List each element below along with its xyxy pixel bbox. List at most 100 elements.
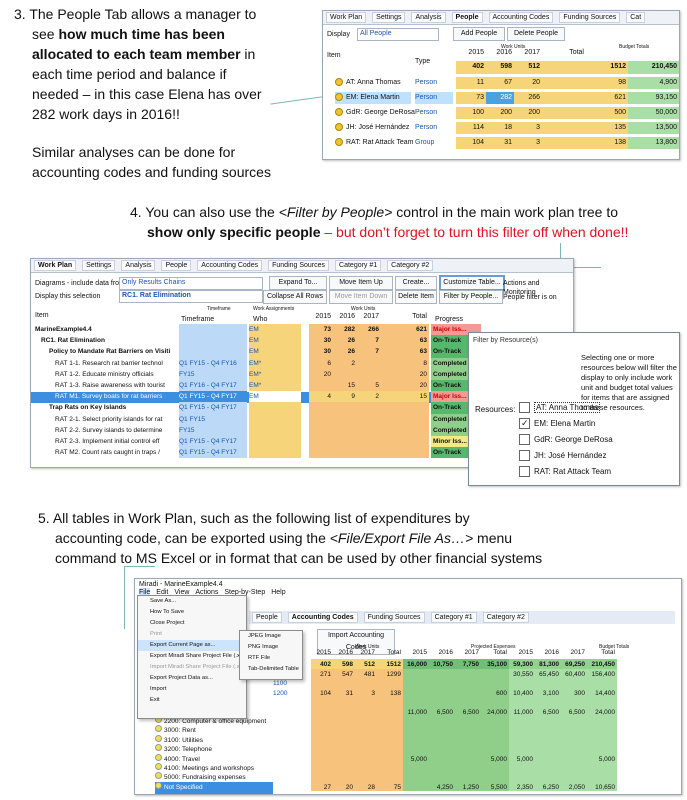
tab-category-1[interactable]: Category #1	[335, 260, 382, 271]
row-label[interactable]: RC1. Rat Elimination	[41, 335, 175, 347]
delete-people-button[interactable]: Delete People	[507, 27, 565, 41]
tab-accounting-codes[interactable]: Accounting Codes	[488, 12, 554, 23]
account-icon	[155, 753, 162, 761]
step4-line2b: – but don’t forget to turn this filter o…	[320, 224, 629, 240]
display-select[interactable]: All People	[357, 28, 439, 41]
resource-checkbox[interactable]	[519, 434, 530, 446]
resource-option[interactable]: RAT: Rat Attack Team	[519, 465, 669, 481]
resource-checkbox[interactable]	[519, 466, 530, 478]
tab-category-1[interactable]: Category #1	[430, 612, 477, 623]
value-cell	[587, 734, 617, 745]
export-submenu-item[interactable]: RTF File	[240, 653, 302, 664]
people-row[interactable]: JH: José Hernández Person 114 18 3 135 13,500	[323, 121, 679, 136]
row-label[interactable]: Trap Rats on Key Islands	[49, 402, 175, 414]
menu-help[interactable]: Help	[271, 588, 285, 597]
value-cell: 27	[311, 781, 333, 792]
tab-funding-sources[interactable]: Funding Sources	[559, 12, 621, 23]
people-row[interactable]: AT: Anna Thomas Person 11 67 20 98 4,900	[323, 76, 679, 91]
shot2-tabbar: Work Plan Settings Analysis People Accou…	[31, 259, 573, 273]
move-item-up-button[interactable]: Move Item Up	[329, 276, 393, 290]
row-label[interactable]: RAT M1. Survey boats for rat barriers	[55, 391, 175, 403]
resource-option[interactable]: AT: Anna Thomas	[519, 401, 669, 417]
export-submenu-item[interactable]: JPEG Image	[240, 631, 302, 642]
who-cell	[249, 402, 301, 414]
people-row[interactable]: EM: Elena Martin Person 73 282 266 621 93,150	[323, 91, 679, 106]
row-label[interactable]: Policy to Mandate Rat Barriers on Visiti	[49, 346, 175, 358]
create-button[interactable]: Create...	[395, 276, 437, 290]
person-icon	[335, 108, 343, 117]
value-cell	[355, 763, 377, 773]
tab-people[interactable]: People	[252, 612, 282, 623]
tab-analysis[interactable]: Analysis	[411, 12, 446, 23]
row-label[interactable]: RAT M2. Count rats caught in traps /	[55, 447, 175, 459]
file-menu-item[interactable]: Exit	[138, 695, 246, 706]
person-name[interactable]: RAT: Rat Attack Team	[335, 137, 413, 149]
tab-people[interactable]: People	[451, 12, 483, 23]
who-cell: EM	[249, 335, 301, 347]
file-menu-item[interactable]: Import	[138, 684, 246, 695]
export-submenu-item[interactable]: Tab-Delimited Table	[240, 664, 302, 675]
row-label[interactable]: RAT 1-3. Raise awareness with tourist	[55, 380, 175, 392]
customize-table-button[interactable]: Customize Table...	[439, 275, 505, 291]
work-unit-cell: 100	[456, 107, 486, 119]
file-menu-item[interactable]: Export Project Data as...	[138, 673, 246, 684]
people-row[interactable]: GdR: George DeRosa Person 100 200 200 500 50,0…	[323, 106, 679, 121]
tab-settings[interactable]: Settings	[82, 260, 116, 271]
value-cell	[311, 772, 333, 782]
expand-to-button[interactable]: Expand To...	[269, 276, 327, 290]
tab-accounting-codes[interactable]: Accounting Codes	[197, 260, 263, 271]
filter-by-people-button[interactable]: Filter by People...	[439, 290, 503, 304]
file-menu-item[interactable]: Print	[138, 629, 246, 640]
row-label[interactable]: RAT 2-3. Implement initial control eff	[55, 436, 175, 448]
row-label[interactable]: RAT 2-2. Survey islands to determine	[55, 425, 175, 437]
file-menu-item[interactable]: How To Save	[138, 607, 246, 618]
person-name[interactable]: JH: José Hernández	[335, 122, 411, 134]
tab-category-2[interactable]: Category #2	[387, 260, 434, 271]
move-item-down-button[interactable]: Move Item Down	[329, 290, 393, 304]
delete-item-button[interactable]: Delete Item	[395, 290, 437, 304]
file-menu-item[interactable]: Import Miradi Share Project File (.xmpz2…	[138, 662, 256, 673]
who-header: Who	[253, 316, 268, 323]
shot2-year-row: 2015 2016 2017 Total	[309, 313, 429, 323]
file-menu-item[interactable]: Close Project	[138, 618, 246, 629]
tab-settings[interactable]: Settings	[372, 12, 406, 23]
tab-work-plan[interactable]: Work Plan	[34, 260, 77, 271]
tab-cat[interactable]: Cat	[626, 12, 646, 23]
timeframe-cell: FY15	[179, 424, 247, 436]
accounting-row[interactable]: Not Specified 27 20 28 75 4,250 1,250 5,500 2,35…	[135, 781, 681, 794]
resource-option[interactable]: EM: Elena Martin	[519, 416, 669, 433]
diagrams-select[interactable]: Only Results Chains	[119, 277, 263, 290]
file-menu: Save As... How To Save Close Project Print E…	[137, 595, 256, 719]
resource-checkbox[interactable]	[519, 416, 530, 430]
person-name[interactable]: GdR: George DeRosa	[335, 107, 415, 119]
resource-checkbox[interactable]	[519, 402, 530, 414]
row-label[interactable]: RAT 1-1. Research rat barrier technol	[55, 358, 175, 370]
tab-work-plan[interactable]: Work Plan	[326, 12, 367, 23]
file-menu-item[interactable]: Export Miradi Share Project File (.xmpz2…	[138, 651, 256, 662]
row-label[interactable]: RAT 2-1. Select priority islands for rat	[55, 414, 175, 426]
resource-option[interactable]: GdR: George DeRosa	[519, 433, 669, 449]
tab-category-2[interactable]: Category #2	[482, 612, 529, 623]
resource-checkbox[interactable]	[519, 450, 530, 462]
person-name[interactable]: EM: Elena Martin	[335, 92, 411, 104]
row-label[interactable]: RAT 1-2. Educate ministry officials	[55, 369, 175, 381]
tab-analysis[interactable]: Analysis	[121, 260, 156, 271]
person-name[interactable]: AT: Anna Thomas	[335, 77, 411, 89]
people-row[interactable]: RAT: Rat Attack Team Group 104 31 3 138 13,800	[323, 136, 679, 151]
resource-option[interactable]: JH: José Hernández	[519, 449, 669, 465]
tab-funding-sources[interactable]: Funding Sources	[363, 612, 425, 623]
display-selection-select[interactable]: RC1. Rat Elimination	[119, 290, 263, 303]
tab-funding-sources[interactable]: Funding Sources	[268, 260, 330, 271]
export-submenu-item[interactable]: PNG Image	[240, 642, 302, 653]
collapse-all-rows-button[interactable]: Collapse All Rows	[263, 290, 327, 304]
value-cell	[509, 678, 535, 688]
work-unit-cell	[309, 402, 333, 414]
add-people-button[interactable]: Add People	[453, 27, 505, 41]
tab-accounting-codes[interactable]: Accounting Codes	[287, 612, 358, 623]
tab-people[interactable]: People	[161, 260, 192, 271]
work-unit-cell	[309, 447, 333, 459]
account-label[interactable]: Not Specified	[155, 781, 273, 794]
file-menu-item[interactable]: Export Current Page as...	[138, 640, 246, 651]
row-label[interactable]: MarineExample4.4	[35, 324, 175, 336]
file-menu-item[interactable]: Save As...	[138, 596, 246, 607]
